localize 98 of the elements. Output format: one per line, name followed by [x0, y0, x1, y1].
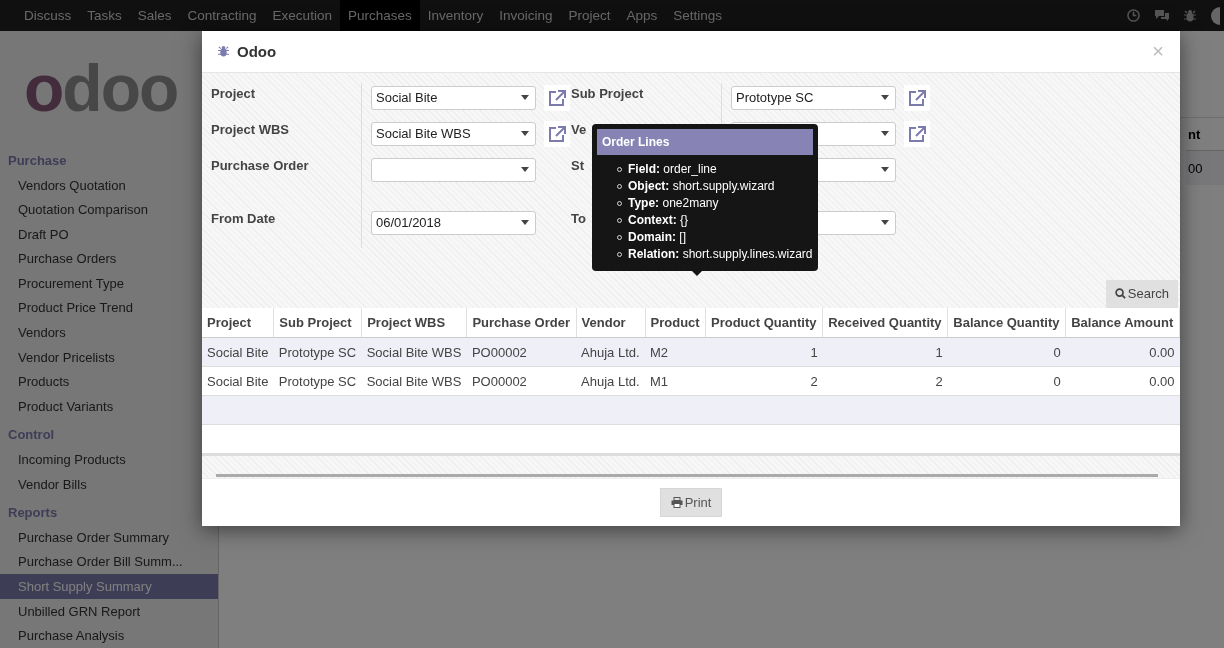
bullet-icon	[617, 183, 622, 189]
nav-menu-item[interactable]: Invoicing	[491, 0, 561, 31]
search-button[interactable]: Search	[1105, 279, 1178, 308]
table-cell: PO00002	[466, 337, 577, 367]
table-header-cell[interactable]: Balance Amount	[1065, 307, 1180, 338]
table-cell: 1	[705, 337, 823, 367]
bullet-icon	[617, 200, 622, 206]
table-header-cell[interactable]: Vendor	[576, 307, 646, 338]
external-link-icon	[907, 88, 927, 107]
search-icon	[1114, 288, 1126, 300]
field-label: Project WBS	[211, 121, 289, 137]
select-field[interactable]: Social Bite	[371, 85, 536, 110]
nav-menu-item[interactable]: Project	[560, 0, 619, 31]
table-cell: 2	[822, 366, 948, 396]
table-cell: Ahuja Ltd.	[576, 337, 646, 367]
nav-menu-item[interactable]: Purchases	[339, 0, 420, 31]
external-link-icon	[547, 124, 567, 143]
field-label: Project	[211, 85, 256, 101]
table-cell: Social Bite WBS	[361, 337, 467, 367]
nav-menu-item[interactable]: Contracting	[179, 0, 265, 31]
nav-menu-item[interactable]: Sales	[129, 0, 180, 31]
nav-menu-item[interactable]: Tasks	[79, 0, 130, 31]
chat-icon[interactable]	[1154, 9, 1170, 22]
avatar-icon[interactable]	[1210, 6, 1220, 25]
select-field[interactable]: Prototype SC	[731, 85, 896, 110]
field-label: Purchase Order	[211, 157, 309, 173]
bullet-icon	[617, 166, 622, 172]
tooltip-line: Domain: []	[628, 228, 686, 246]
field-label: St	[571, 157, 584, 173]
tooltip-line: Object: short.supply.wizard	[628, 177, 775, 195]
bullet-icon	[617, 251, 622, 257]
external-link-button[interactable]	[544, 84, 570, 111]
table-header-cell[interactable]: Project	[202, 307, 274, 338]
nav-menu-item[interactable]: Execution	[264, 0, 340, 31]
external-link-button[interactable]	[904, 84, 930, 111]
caret-icon	[881, 131, 889, 137]
select-field[interactable]	[371, 157, 536, 182]
tooltip-line: Relation: short.supply.lines.wizard	[628, 245, 813, 263]
horizontal-scrollbar[interactable]	[216, 474, 1158, 478]
dialog-title: Odoo	[237, 42, 277, 60]
tooltip-line: Field: order_line	[628, 160, 717, 178]
external-link-button[interactable]	[544, 120, 570, 147]
sidebar-item[interactable]: Purchase Analysis	[0, 623, 218, 648]
external-link-icon	[547, 88, 567, 107]
table-header-cell[interactable]: Product Quantity	[705, 307, 823, 338]
nav-menu-item[interactable]: Apps	[618, 0, 666, 31]
sidebar-item[interactable]: Short Supply Summary	[0, 574, 218, 599]
bug-icon[interactable]	[1184, 9, 1196, 22]
nav-menu-item[interactable]: Settings	[665, 0, 731, 31]
table-cell: 0	[947, 337, 1066, 367]
sidebar-section-title: Control	[7, 426, 56, 445]
print-button[interactable]: Print	[659, 488, 723, 518]
table-cell: Prototype SC	[273, 337, 362, 367]
table-cell: Ahuja Ltd.	[576, 366, 646, 396]
table-header-cell[interactable]: Purchase Order	[466, 307, 577, 338]
table-cell: 2	[705, 366, 823, 396]
table-cell: Social Bite WBS	[361, 366, 467, 396]
table-header-cell[interactable]: Sub Project	[273, 307, 362, 338]
table-cell: Prototype SC	[273, 366, 362, 396]
caret-icon	[881, 220, 889, 226]
table-cell: 00	[1186, 151, 1224, 185]
table-cell: 0.00	[1065, 366, 1180, 396]
external-link-button[interactable]	[904, 120, 930, 147]
table-cell: 0.00	[1065, 337, 1180, 367]
table-header-cell[interactable]: Project WBS	[361, 307, 467, 338]
field-label: From Date	[211, 210, 276, 226]
caret-icon	[521, 220, 529, 226]
field-label: To	[571, 210, 586, 226]
table-cell: 1	[822, 337, 948, 367]
external-link-icon	[907, 124, 927, 143]
caret-icon	[521, 95, 529, 101]
clock-icon[interactable]	[1127, 9, 1140, 22]
sidebar-section-title: Reports	[7, 504, 59, 523]
bullet-icon	[617, 217, 622, 223]
bug-icon	[218, 45, 229, 58]
tooltip-line: Context: {}	[628, 211, 689, 229]
field-label: Sub Project	[571, 85, 644, 101]
nav-menu-item[interactable]: Discuss	[16, 0, 80, 31]
table-header-cell[interactable]: Received Quantity	[822, 307, 948, 338]
table-cell: 0	[947, 366, 1066, 396]
caret-icon	[521, 131, 529, 137]
table-header-cell[interactable]: Balance Quantity	[947, 307, 1066, 338]
select-field[interactable]: 06/01/2018	[371, 210, 536, 235]
table-cell: M2	[645, 337, 706, 367]
tooltip-title: Order Lines	[597, 128, 813, 155]
tooltip-line: Type: one2many	[628, 194, 719, 212]
table-cell: M1	[645, 366, 706, 396]
printer-icon	[670, 497, 683, 509]
table-header-cell[interactable]: Product	[645, 307, 706, 338]
table-cell: Social Bite	[202, 366, 274, 396]
bullet-icon	[617, 234, 622, 240]
select-field[interactable]: Social Bite WBS	[371, 121, 536, 146]
caret-icon	[521, 167, 529, 173]
table-cell: PO00002	[466, 366, 577, 396]
caret-icon	[881, 167, 889, 173]
field-label: Ve	[571, 121, 587, 137]
caret-icon	[881, 95, 889, 101]
table-cell: Social Bite	[202, 337, 274, 367]
